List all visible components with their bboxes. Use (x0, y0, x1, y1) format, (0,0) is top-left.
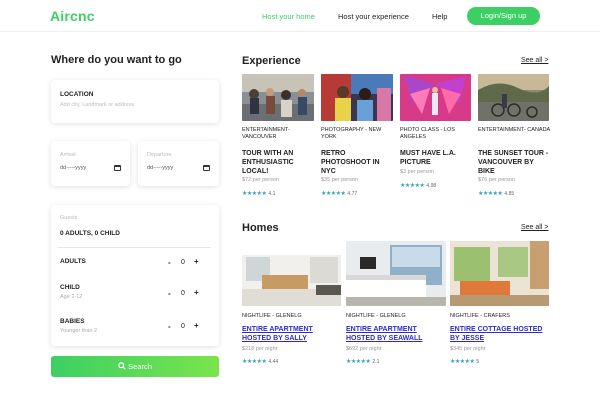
home-price: $345 per night (450, 346, 486, 352)
child-label: CHILD (60, 284, 80, 291)
rating-value: 4.77 (347, 191, 358, 197)
home-price: $692 per night (346, 346, 382, 352)
home-category: NIGHTLIFE - GLENELG (242, 313, 302, 319)
home-image[interactable] (346, 241, 446, 306)
home-image[interactable] (242, 241, 341, 306)
location-card[interactable]: LOCATION Add city, Landmark or address (51, 80, 219, 123)
location-input[interactable]: Add city, Landmark or address (60, 102, 134, 108)
adults-label: ADULTS (60, 258, 86, 265)
experience-title-link[interactable]: MUST HAVE L.A. PICTURE (400, 149, 474, 167)
experience-image[interactable] (400, 74, 471, 121)
search-button[interactable]: Search (51, 356, 219, 377)
departure-label: Departure (147, 152, 172, 158)
top-navbar: Aircnc Host your home Host your experien… (0, 0, 600, 32)
experience-price: $72 per person (242, 177, 279, 183)
child-age-hint: Age 2-12 (60, 294, 83, 300)
home-category: NIGHTLIFE - CRAFERS (450, 313, 510, 319)
experience-price: $76 per person (478, 177, 515, 183)
calendar-icon[interactable] (203, 165, 210, 171)
experience-image[interactable] (478, 74, 549, 121)
home-title-link[interactable]: ENTIRE COTTAGE HOSTED BY JESSE (450, 325, 545, 343)
experience-category: PHOTO CLASS - LOS ANGELES (400, 127, 455, 140)
rating-stars: ★★★★★ 4.85 (478, 191, 515, 197)
search-heading: Where do you want to go (51, 54, 182, 66)
nav-help[interactable]: Help (432, 12, 447, 21)
babies-label: BABIES (60, 318, 85, 325)
adults-plus-button[interactable]: + (194, 257, 199, 266)
departure-card[interactable]: Departure dd-----yyyy (138, 141, 219, 186)
home-title-link[interactable]: ENTIRE APARTMENT HOSTED BY SEAWALL (346, 325, 436, 343)
calendar-icon[interactable] (114, 165, 121, 171)
homes-title: Homes (242, 222, 279, 234)
experience-category: ENTERTAINMENT- CANADA (478, 127, 551, 133)
homes-see-all-link[interactable]: See all > (521, 224, 548, 231)
rating-value: 2.1 (372, 359, 380, 365)
login-signup-button[interactable]: Login/Sign up (467, 7, 540, 25)
rating-stars: ★★★★★ 4.1 (242, 191, 276, 197)
experience-price: $35 per person (321, 177, 358, 183)
babies-count: 0 (181, 323, 185, 330)
logo[interactable]: Aircnc (50, 8, 95, 24)
babies-age-hint: Younger than 2 (60, 328, 98, 334)
arrival-date-input[interactable]: dd-----yyyy (60, 165, 86, 171)
babies-plus-button[interactable]: + (194, 321, 199, 330)
experience-title-link[interactable]: THE SUNSET TOUR - VANCOUVER BY BIKE (478, 149, 552, 176)
rating-value: 4.1 (268, 191, 276, 197)
babies-minus-button[interactable]: - (168, 322, 171, 331)
guests-summary[interactable]: 0 ADULTS, 0 CHILD (60, 230, 120, 237)
rating-stars: ★★★★★ 4.77 (321, 191, 358, 197)
experience-see-all-link[interactable]: See all > (521, 57, 548, 64)
experience-title: Experience (242, 55, 301, 67)
adults-count: 0 (181, 259, 185, 266)
rating-value: 5 (476, 359, 480, 365)
search-icon (118, 362, 126, 370)
nav-host-your-home[interactable]: Host your home (262, 12, 315, 21)
child-plus-button[interactable]: + (194, 288, 199, 297)
adults-minus-button[interactable]: - (168, 258, 171, 267)
arrival-label: Arrival (60, 152, 76, 158)
arrival-card[interactable]: Arrival dd-----yyyy (51, 141, 130, 186)
guests-card: Guests 0 ADULTS, 0 CHILD ADULTS - 0 + CH… (51, 205, 219, 346)
search-button-label: Search (128, 362, 152, 371)
experience-title-link[interactable]: RETRO PHOTOSHOOT IN NYC (321, 149, 395, 176)
rating-value: 4.44 (268, 359, 279, 365)
experience-price: $3 per person (400, 169, 434, 175)
experience-image[interactable] (321, 74, 393, 121)
rating-stars: ★★★★★ 2.1 (346, 359, 380, 365)
home-image[interactable] (450, 241, 549, 306)
home-title-link[interactable]: ENTIRE APARTMENT HOSTED BY SALLY (242, 325, 332, 343)
departure-date-input[interactable]: dd-----yyyy (147, 165, 173, 171)
rating-value: 4.98 (426, 183, 437, 189)
rating-stars: ★★★★★ 5 (450, 359, 480, 365)
divider (58, 247, 211, 248)
home-price: $218 per night (242, 346, 278, 352)
rating-value: 4.85 (504, 191, 515, 197)
nav-host-your-experience[interactable]: Host your experience (338, 12, 409, 21)
rating-stars: ★★★★★ 4.44 (242, 359, 279, 365)
experience-category: ENTERTAINMENT- VANCOUVER (242, 127, 290, 140)
child-count: 0 (181, 290, 185, 297)
child-minus-button[interactable]: - (168, 289, 171, 298)
experience-title-link[interactable]: TOUR WITH AN ENTHUSIASTIC LOCAL! (242, 149, 316, 176)
experience-image[interactable] (242, 74, 314, 121)
rating-stars: ★★★★★ 4.98 (400, 183, 437, 189)
guests-label: Guests (60, 215, 78, 221)
location-label: LOCATION (60, 91, 94, 98)
home-category: NIGHTLIFE - GLENELG (346, 313, 406, 319)
experience-category: PHOTOGRAPHY - NEW YORK (321, 127, 382, 140)
